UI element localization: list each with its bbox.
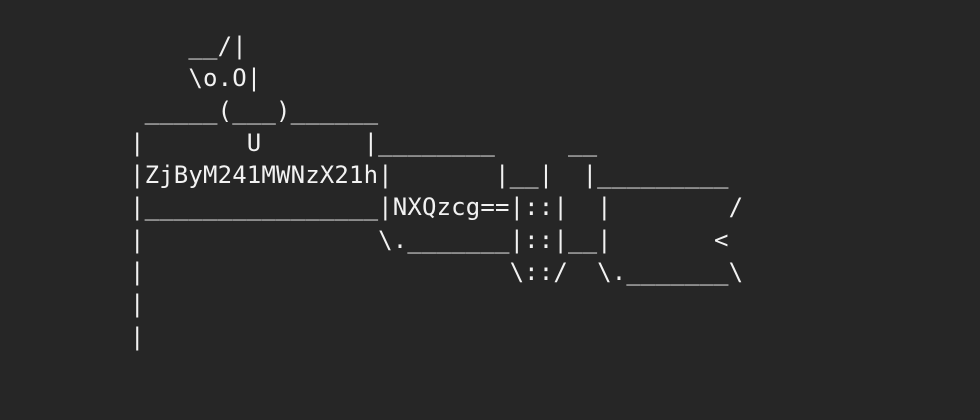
ascii-line-4: | U |________ __ <box>130 128 598 157</box>
terminal-window: __/| \o.O| _____(___)______ | U |________… <box>0 0 980 420</box>
ascii-line-5: |ZjByM241MWNzX21h| |__| |_________ <box>130 161 729 190</box>
ascii-line-6: |________________|NXQzcg==|::| | / <box>130 193 744 222</box>
ascii-line-3: _____(___)______ <box>130 96 379 125</box>
ascii-line-8: | \::/ \._______\ <box>130 258 744 287</box>
ascii-line-9: | <box>130 290 145 319</box>
ascii-line-1: __/| <box>130 32 247 60</box>
ascii-line-2: \o.O| <box>130 64 262 93</box>
ascii-line-7: | \._______|::|__| < <box>130 225 729 254</box>
ascii-art-display: __/| \o.O| _____(___)______ | U |________… <box>130 30 743 353</box>
ascii-line-10: | <box>130 322 145 351</box>
